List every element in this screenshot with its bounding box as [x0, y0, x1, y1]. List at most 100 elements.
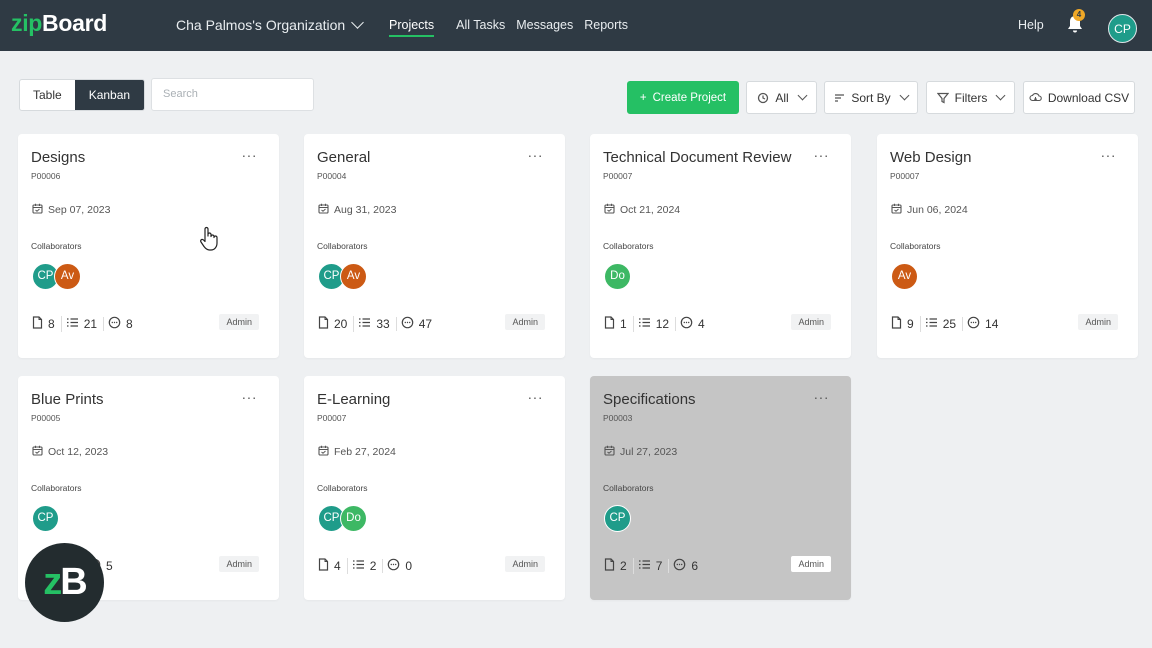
comments-count[interactable]: 4 — [680, 316, 711, 332]
download-csv-button[interactable]: Download CSV — [1023, 81, 1135, 114]
files-count[interactable]: 20 — [318, 316, 355, 332]
more-options-icon[interactable]: ··· — [242, 147, 258, 163]
more-options-icon[interactable]: ··· — [1101, 147, 1117, 163]
project-date: Oct 12, 2023 — [32, 445, 108, 459]
file-icon — [604, 558, 615, 574]
project-code: P00007 — [317, 413, 347, 423]
calendar-icon — [32, 203, 43, 217]
role-badge: Admin — [791, 556, 831, 572]
project-title[interactable]: Technical Document Review — [603, 149, 791, 166]
cloud-download-icon — [1029, 92, 1042, 102]
project-title[interactable]: Web Design — [890, 149, 971, 166]
comments-count[interactable]: 14 — [967, 316, 1004, 332]
sort-icon — [835, 93, 845, 102]
project-card[interactable]: E-Learning P00007 ··· Feb 27, 2024 Colla… — [304, 376, 565, 600]
project-stats: 4 2 0 — [318, 558, 422, 574]
org-switcher[interactable]: Cha Palmos's Organization — [176, 16, 365, 33]
project-date: Aug 31, 2023 — [318, 203, 396, 217]
view-kanban-button[interactable]: Kanban — [74, 80, 145, 110]
list-icon — [66, 317, 79, 331]
project-stats: 1 12 4 — [604, 316, 715, 332]
files-count[interactable]: 9 — [891, 316, 921, 332]
collaborator-avatar[interactable]: Av — [54, 263, 81, 290]
project-title[interactable]: Specifications — [603, 391, 696, 408]
files-count[interactable]: 2 — [604, 558, 634, 574]
project-title[interactable]: Blue Prints — [31, 391, 104, 408]
more-options-icon[interactable]: ··· — [528, 147, 544, 163]
zipboard-fab-logo[interactable]: zB — [25, 543, 104, 622]
files-count[interactable]: 8 — [32, 316, 62, 332]
help-link[interactable]: Help — [1018, 18, 1044, 32]
comment-icon — [673, 558, 686, 574]
comments-count[interactable]: 47 — [401, 316, 438, 332]
collaborator-avatar[interactable]: CP — [604, 505, 631, 532]
project-date: Jul 27, 2023 — [604, 445, 677, 459]
collaborators-label: Collaborators — [890, 241, 941, 251]
calendar-icon — [318, 203, 329, 217]
collaborators-label: Collaborators — [317, 483, 368, 493]
project-stats: 9 25 14 — [891, 316, 1008, 332]
project-code: P00005 — [31, 413, 61, 423]
list-icon — [358, 317, 371, 331]
search-input[interactable]: Search — [151, 78, 314, 111]
comment-icon — [680, 316, 693, 332]
collaborator-list: Do — [604, 263, 631, 290]
comments-count[interactable]: 0 — [387, 558, 418, 574]
chevron-down-icon — [797, 90, 808, 101]
comments-count[interactable]: 6 — [673, 558, 704, 574]
project-card[interactable]: Designs P00006 ··· Sep 07, 2023 Collabor… — [18, 134, 279, 358]
role-badge: Admin — [1078, 314, 1118, 330]
project-title[interactable]: General — [317, 149, 370, 166]
calendar-icon — [604, 445, 615, 459]
zipboard-logo[interactable]: zipBoard — [11, 10, 107, 37]
files-count[interactable]: 4 — [318, 558, 348, 574]
nav-all-tasks[interactable]: All Tasks — [456, 18, 505, 37]
role-badge: Admin — [505, 556, 545, 572]
list-icon — [352, 559, 365, 573]
collaborator-list: CP — [604, 505, 631, 532]
tasks-count[interactable]: 12 — [638, 317, 677, 331]
more-options-icon[interactable]: ··· — [814, 389, 830, 405]
project-stats: 2 7 6 — [604, 558, 708, 574]
status-filter-dropdown[interactable]: All — [746, 81, 817, 114]
sort-by-dropdown[interactable]: Sort By — [824, 81, 918, 114]
files-count[interactable]: 1 — [604, 316, 634, 332]
collaborator-avatar[interactable]: Av — [340, 263, 367, 290]
comment-icon — [401, 316, 414, 332]
project-card[interactable]: Web Design P00007 ··· Jun 06, 2024 Colla… — [877, 134, 1138, 358]
collaborators-label: Collaborators — [31, 483, 82, 493]
project-date: Sep 07, 2023 — [32, 203, 110, 217]
collaborator-avatar[interactable]: CP — [32, 505, 59, 532]
project-code: P00003 — [603, 413, 633, 423]
tasks-count[interactable]: 21 — [66, 317, 105, 331]
nav-messages[interactable]: Messages — [516, 18, 573, 37]
project-title[interactable]: Designs — [31, 149, 85, 166]
project-card[interactable]: General P00004 ··· Aug 31, 2023 Collabor… — [304, 134, 565, 358]
project-title[interactable]: E-Learning — [317, 391, 390, 408]
comments-count[interactable]: 8 — [108, 316, 139, 332]
view-table-button[interactable]: Table — [20, 80, 75, 110]
collaborator-avatar[interactable]: Av — [891, 263, 918, 290]
tasks-count[interactable]: 2 — [352, 559, 384, 573]
project-date: Feb 27, 2024 — [318, 445, 396, 459]
user-avatar[interactable]: CP — [1108, 14, 1137, 43]
project-card[interactable]: Specifications P00003 ··· Jul 27, 2023 C… — [590, 376, 851, 600]
tasks-count[interactable]: 33 — [358, 317, 397, 331]
project-code: P00007 — [603, 171, 633, 181]
create-project-button[interactable]: + Create Project — [627, 81, 739, 114]
nav-projects[interactable]: Projects — [389, 18, 435, 37]
project-card[interactable]: Technical Document Review P00007 ··· Oct… — [590, 134, 851, 358]
org-name: Cha Palmos's Organization — [176, 17, 346, 33]
collaborator-avatar[interactable]: Do — [340, 505, 367, 532]
notification-badge: 4 — [1073, 9, 1085, 21]
tasks-count[interactable]: 7 — [638, 559, 670, 573]
chevron-down-icon — [351, 16, 365, 29]
more-options-icon[interactable]: ··· — [242, 389, 258, 405]
nav-reports[interactable]: Reports — [584, 18, 628, 37]
filters-dropdown[interactable]: Filters — [926, 81, 1015, 114]
more-options-icon[interactable]: ··· — [814, 147, 830, 163]
collaborator-avatar[interactable]: Do — [604, 263, 631, 290]
tasks-count[interactable]: 25 — [925, 317, 964, 331]
more-options-icon[interactable]: ··· — [528, 389, 544, 405]
calendar-icon — [318, 445, 329, 459]
